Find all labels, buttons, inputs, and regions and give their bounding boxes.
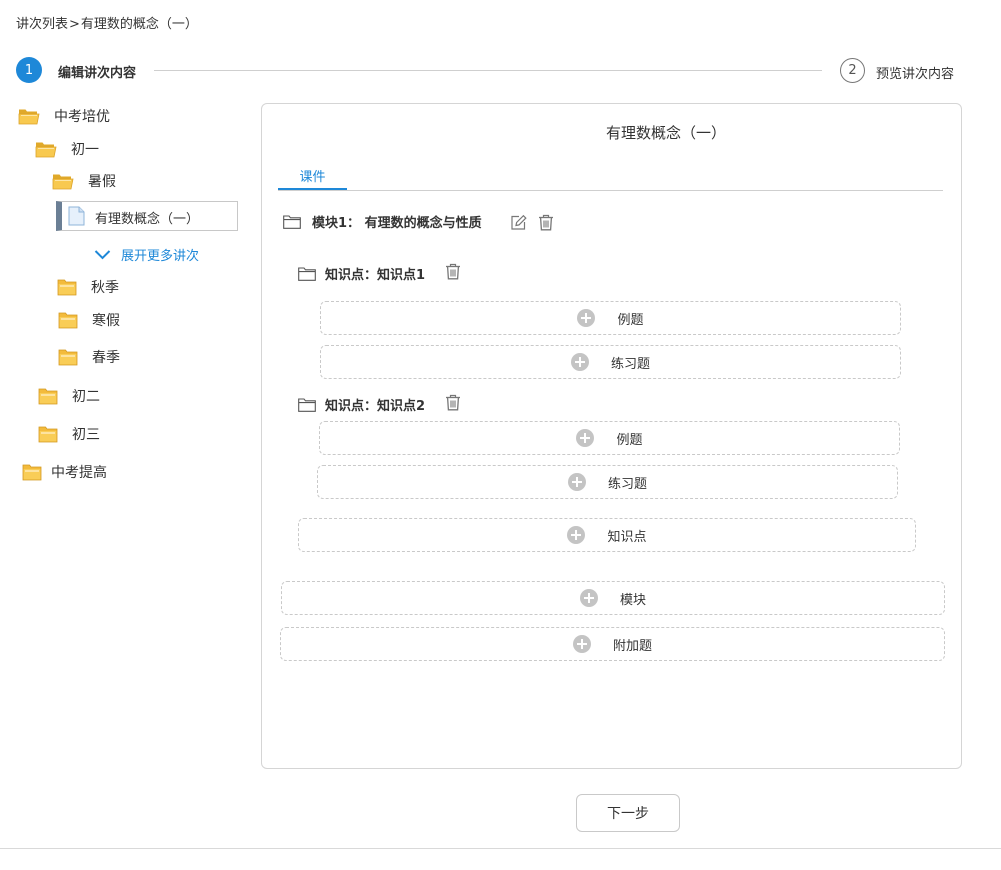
plus-circle-icon (577, 309, 596, 327)
add-example-button[interactable]: 例题 (320, 301, 901, 335)
tree-item-zhongkao-tigao[interactable]: 中考提高 (22, 462, 107, 482)
tree-item-label: 寒假 (92, 313, 120, 329)
plus-circle-icon (572, 635, 591, 653)
edit-module-button[interactable] (510, 214, 527, 231)
trash-icon (445, 394, 461, 411)
step-2-number: 2 (840, 58, 865, 83)
panel-title: 有理数概念（一） (605, 124, 726, 142)
tree-item-chusan[interactable]: 初三 (38, 424, 100, 444)
delete-knowledge-point-button[interactable] (445, 394, 461, 411)
add-knowledge-point-button[interactable]: 知识点 (298, 518, 916, 552)
knowledge-point-label: 知识点：知识点1 (325, 268, 426, 283)
expand-more-label: 展开更多讲次 (121, 249, 200, 264)
tree-item-label: 中考培优 (54, 109, 110, 125)
module-label: 模块1： 有理数的概念与性质 (312, 216, 482, 231)
tree-item-zhongkao-peiyou[interactable]: 中考培优 (18, 106, 110, 126)
step-2-label: 预览讲次内容 (876, 67, 955, 82)
delete-knowledge-point-button[interactable] (445, 263, 461, 280)
plus-circle-icon (570, 353, 589, 371)
tab-divider (278, 190, 943, 191)
chevron-down-icon (94, 250, 111, 260)
expand-more-lessons[interactable]: 展开更多讲次 (94, 245, 199, 264)
tree-item-label: 初三 (72, 427, 100, 443)
add-exercise-button[interactable]: 练习题 (320, 345, 901, 379)
folder-icon (58, 311, 78, 329)
folder-icon (38, 425, 58, 443)
knowledge-point-row: 知识点：知识点1 (298, 264, 425, 283)
tree-item-qiuji[interactable]: 秋季 (57, 277, 119, 297)
knowledge-point-row: 知识点：知识点2 (298, 395, 425, 414)
tree-item-hanjia[interactable]: 寒假 (58, 310, 120, 330)
folder-icon (38, 387, 58, 405)
folder-outline-icon (283, 215, 301, 229)
folder-outline-icon (298, 267, 316, 281)
tree-item-chunji[interactable]: 春季 (58, 347, 120, 367)
add-exercise-label: 练习题 (607, 476, 647, 492)
add-exercise-label: 练习题 (610, 356, 650, 372)
folder-open-icon (18, 107, 40, 125)
bottom-divider (0, 848, 1001, 849)
plus-circle-icon (567, 473, 586, 491)
tree-item-selected-lesson[interactable]: 有理数概念（一） (56, 201, 238, 231)
step-connector-line (154, 70, 822, 71)
tree-item-label: 初一 (71, 142, 99, 158)
plus-circle-icon (576, 429, 595, 447)
tree-item-shujia[interactable]: 暑假 (52, 171, 116, 191)
step-1-label: 编辑讲次内容 (58, 66, 137, 81)
add-extra-question-button[interactable]: 附加题 (280, 627, 945, 661)
plus-circle-icon (579, 589, 598, 607)
tree-item-chuer[interactable]: 初二 (38, 386, 100, 406)
breadcrumb-current: 有理数的概念（一） (80, 17, 198, 32)
add-example-label: 例题 (616, 432, 643, 448)
add-knowledge-point-label: 知识点 (607, 529, 647, 545)
breadcrumb: 讲次列表>有理数的概念（一） (16, 13, 198, 32)
next-step-button[interactable]: 下一步 (576, 794, 680, 832)
add-exercise-button[interactable]: 练习题 (317, 465, 898, 499)
folder-outline-icon (298, 398, 316, 412)
tree-item-chuyi[interactable]: 初一 (35, 139, 99, 159)
trash-icon (445, 263, 461, 280)
tree-item-label: 春季 (92, 350, 120, 366)
folder-icon (22, 463, 42, 481)
tree-item-label: 中考提高 (51, 465, 107, 481)
knowledge-point-label: 知识点：知识点2 (325, 399, 426, 414)
trash-icon (538, 214, 554, 231)
breadcrumb-separator: > (69, 17, 80, 32)
module-row: 模块1： 有理数的概念与性质 (283, 212, 482, 231)
step-1-number: 1 (16, 57, 42, 83)
add-example-label: 例题 (617, 312, 644, 328)
tree-item-label: 秋季 (91, 280, 119, 296)
add-module-button[interactable]: 模块 (281, 581, 945, 615)
edit-icon (511, 214, 527, 230)
tree-item-label: 暑假 (88, 174, 116, 190)
tree-item-label: 初二 (72, 389, 100, 405)
add-module-label: 模块 (619, 592, 646, 608)
selected-lesson-label: 有理数概念（一） (95, 212, 200, 227)
add-extra-question-label: 附加题 (612, 638, 652, 654)
plus-circle-icon (567, 526, 586, 544)
delete-module-button[interactable] (538, 214, 554, 231)
document-icon (68, 206, 85, 226)
add-example-button[interactable]: 例题 (319, 421, 900, 455)
breadcrumb-root-link[interactable]: 讲次列表 (16, 17, 68, 32)
folder-icon (58, 348, 78, 366)
tab-courseware[interactable]: 课件 (278, 166, 347, 191)
folder-open-icon (52, 172, 74, 190)
folder-open-icon (35, 140, 57, 158)
folder-icon (57, 278, 77, 296)
